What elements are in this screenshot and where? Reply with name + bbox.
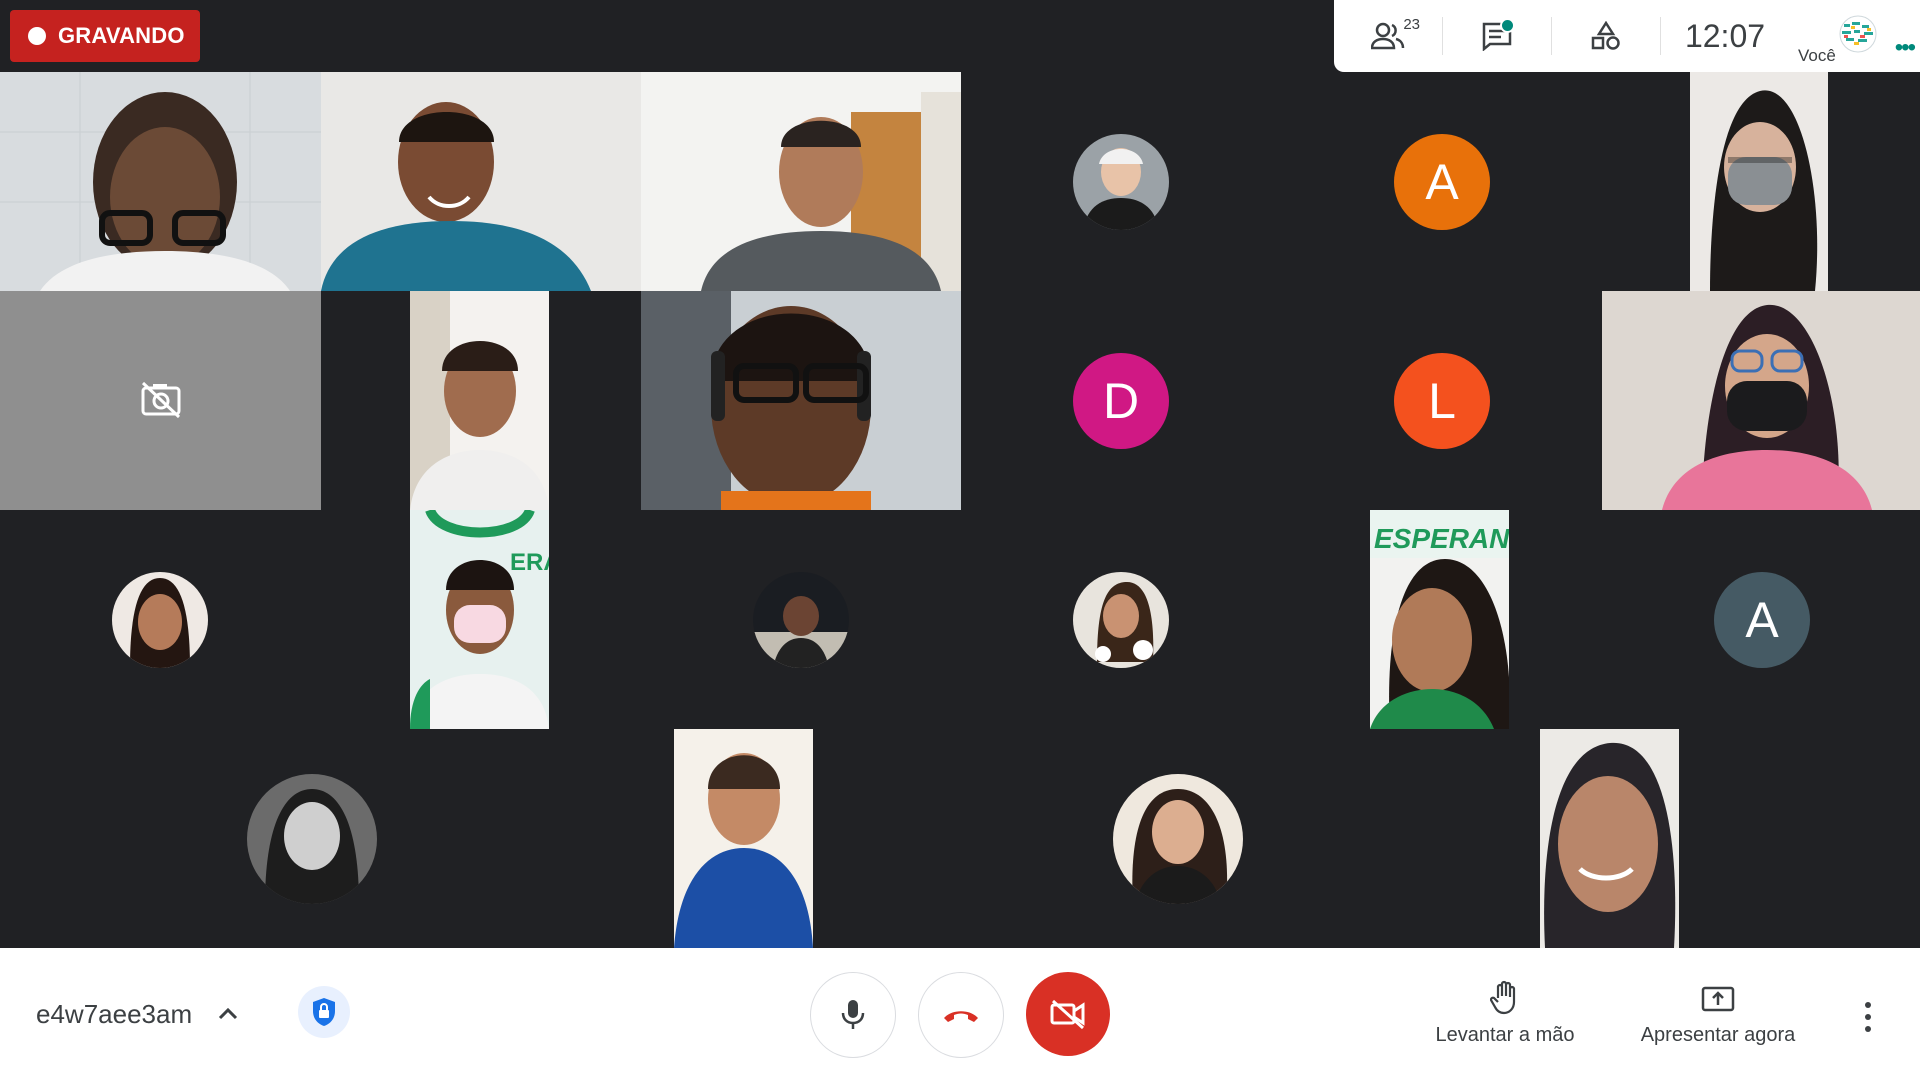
participant-avatar-photo [1113, 774, 1243, 904]
participant-video [641, 72, 961, 291]
chat-unread-dot [1500, 18, 1515, 33]
participant-video [1690, 72, 1828, 291]
video-off-icon [1050, 999, 1085, 1030]
participant-tile[interactable]: A [1282, 72, 1602, 291]
participant-tile[interactable] [641, 510, 961, 729]
more-vert-icon [1865, 1002, 1871, 1008]
participant-tile[interactable] [0, 72, 321, 291]
participant-tile[interactable] [1602, 291, 1920, 510]
participant-tile[interactable]: ESPERANÇ [1370, 510, 1509, 729]
participant-tile[interactable]: ERA [410, 510, 549, 729]
self-more-icon[interactable]: ••• [1895, 34, 1916, 62]
participant-tile[interactable] [410, 291, 549, 510]
present-icon [1701, 986, 1735, 1012]
participant-tile[interactable] [0, 510, 321, 729]
participant-video [1602, 291, 1920, 510]
participant-tile[interactable]: A [1602, 510, 1920, 729]
participant-avatar-photo [112, 572, 208, 668]
participant-tile[interactable] [641, 72, 961, 291]
meeting-details-button[interactable]: e4w7aee3am [36, 948, 192, 1080]
participant-tile[interactable]: L [1282, 291, 1602, 510]
meeting-code: e4w7aee3am [36, 998, 193, 1029]
mic-icon [841, 1000, 865, 1029]
raise-hand-label: Levantar a mão [1435, 1024, 1575, 1046]
avatar-letter: A [1745, 592, 1779, 648]
chat-button[interactable] [1443, 0, 1551, 72]
participants-count: 23 [1403, 16, 1420, 33]
avatar-letter: D [1102, 373, 1140, 429]
participant-tile[interactable] [961, 510, 1282, 729]
self-preview[interactable]: Você ••• [1790, 0, 1920, 72]
clock-text: 12:07 [1684, 17, 1766, 54]
participant-video: ESPERANÇ [1370, 510, 1509, 729]
participant-tile[interactable]: D [961, 291, 1282, 510]
avatar-letter: L [1428, 373, 1456, 429]
meeting-info-panel: 23 12:07 Você ••• [1334, 0, 1920, 72]
host-controls-button[interactable] [298, 986, 350, 1038]
participant-tile[interactable] [961, 72, 1282, 291]
camera-off-icon [141, 381, 181, 419]
participant-avatar-photo [753, 572, 849, 668]
chevron-up-icon[interactable] [212, 998, 244, 1030]
participant-video [1540, 729, 1679, 948]
participant-video [0, 72, 321, 291]
participant-avatar-letter: A [1714, 572, 1810, 668]
participant-tile[interactable] [1602, 72, 1920, 291]
participant-video [641, 291, 961, 510]
participants-button[interactable]: 23 [1334, 0, 1442, 72]
shield-lock-icon [313, 998, 335, 1026]
present-label: Apresentar agora [1640, 1024, 1796, 1046]
participant-avatar-letter: D [1073, 353, 1169, 449]
clock: 12:07 [1661, 0, 1789, 72]
participant-tile[interactable] [641, 291, 961, 510]
participant-avatar-letter: A [1394, 134, 1490, 230]
present-now-button[interactable]: Apresentar agora [1628, 980, 1808, 1047]
self-avatar-image [1839, 15, 1877, 53]
leave-call-button[interactable] [918, 972, 1004, 1058]
participant-avatar-photo [1073, 134, 1169, 230]
participant-video [674, 729, 813, 948]
participant-video [410, 291, 549, 510]
more-vert-icon [1865, 1026, 1871, 1032]
banner-text: ERA [510, 549, 549, 576]
participant-tile[interactable] [96, 729, 528, 948]
participant-avatar-letter: L [1394, 353, 1490, 449]
raise-hand-icon [1489, 980, 1516, 1015]
more-options-button[interactable] [1858, 1002, 1878, 1032]
raise-hand-button[interactable]: Levantar a mão [1420, 980, 1590, 1047]
participant-tile[interactable] [321, 72, 641, 291]
self-label: Você [1798, 46, 1836, 65]
more-vert-icon [1865, 1014, 1871, 1020]
participant-tile[interactable] [1540, 729, 1679, 948]
avatar-letter: A [1425, 154, 1459, 210]
activities-button[interactable] [1552, 0, 1660, 72]
participant-avatar-photo [247, 774, 377, 904]
recording-badge: GRAVANDO [10, 10, 200, 62]
participant-tile[interactable] [1011, 729, 1345, 948]
record-dot-icon [28, 27, 46, 45]
camera-toggle-button[interactable] [1026, 972, 1110, 1056]
recording-label: GRAVANDO [58, 23, 185, 48]
participant-video: ERA [410, 510, 549, 729]
participant-tile[interactable] [0, 291, 321, 510]
participants-icon [1371, 22, 1405, 50]
hangup-icon [944, 1011, 978, 1022]
participant-avatar-photo [1073, 572, 1169, 668]
activities-icon [1591, 21, 1620, 50]
participant-tile[interactable] [674, 729, 813, 948]
participant-video [321, 72, 641, 291]
banner-text: ESPERANÇ [1374, 523, 1509, 554]
microphone-button[interactable] [810, 972, 896, 1058]
